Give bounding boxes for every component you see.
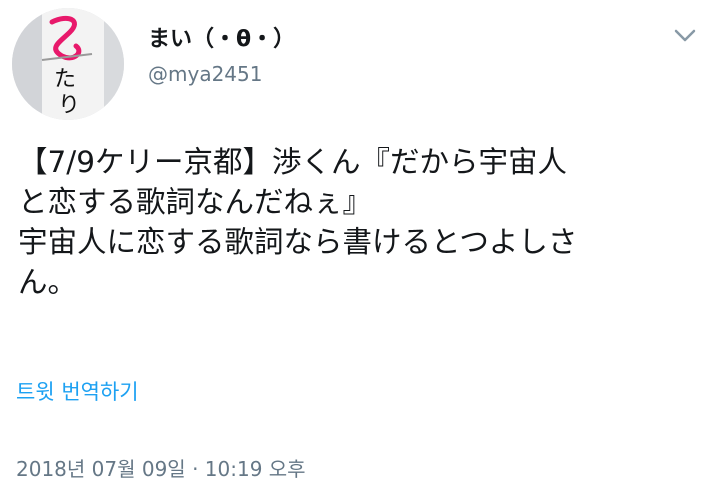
avatar-char-2: り xyxy=(58,93,80,118)
tweet-timestamp[interactable]: 2018년 07월 09일 · 10:19 오후 xyxy=(16,456,306,482)
tweet-card: た り まい（・θ・） @mya2451 【7/9ケリー京都】渉くん『だから宇宙… xyxy=(0,0,720,494)
avatar-image: た り xyxy=(12,8,124,120)
tweet-text: 【7/9ケリー京都】渉くん『だから宇宙人 と恋する歌詞なんだねぇ』 宇宙人に恋す… xyxy=(18,142,698,302)
tweet-text-line: ん。 xyxy=(18,265,78,299)
translate-tweet-link[interactable]: 트윗 번역하기 xyxy=(16,378,139,406)
user-info[interactable]: まい（・θ・） @mya2451 xyxy=(148,26,295,88)
display-name[interactable]: まい（・θ・） xyxy=(148,26,295,54)
tweet-text-line: 【7/9ケリー京都】渉くん『だから宇宙人 xyxy=(18,145,567,179)
tweet-text-line: と恋する歌詞なんだねぇ』 xyxy=(18,185,373,219)
user-handle[interactable]: @mya2451 xyxy=(148,60,295,88)
tweet-text-line: 宇宙人に恋する歌詞なら書けるとつよしさ xyxy=(18,225,578,259)
chevron-down-icon[interactable] xyxy=(672,26,698,46)
avatar[interactable]: た り xyxy=(12,8,124,120)
avatar-char-1: た xyxy=(54,67,76,92)
